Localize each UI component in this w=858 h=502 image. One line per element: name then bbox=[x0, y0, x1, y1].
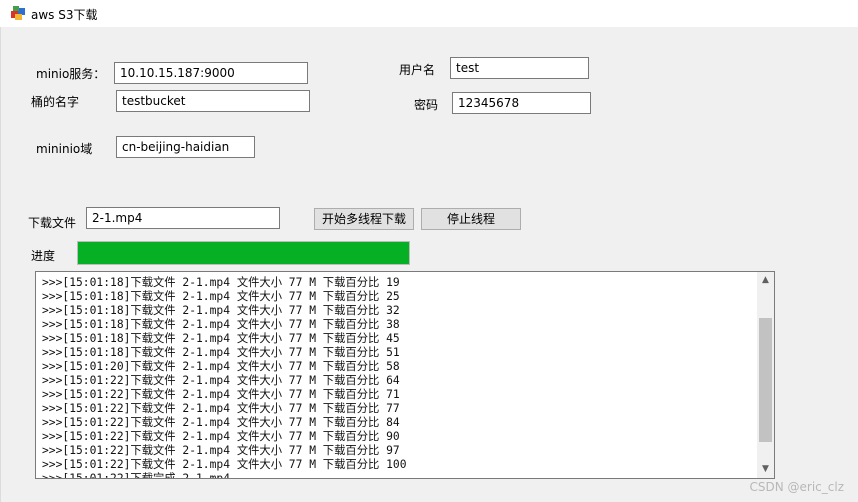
bucket-input[interactable]: testbucket bbox=[116, 90, 310, 112]
username-input[interactable]: test bbox=[450, 57, 589, 79]
username-label: 用户名 bbox=[399, 63, 436, 77]
minio-server-input[interactable]: 10.10.15.187:9000 bbox=[114, 62, 308, 84]
file-input[interactable]: 2-1.mp4 bbox=[86, 207, 280, 229]
bucket-label: 桶的名字 bbox=[31, 95, 80, 109]
log-line: >>>[15:01:22]下载文件 2-1.mp4 文件大小 77 M 下载百分… bbox=[42, 416, 400, 429]
window-title: aws S3下载 bbox=[31, 8, 98, 22]
log-line: >>>[15:01:22]下载文件 2-1.mp4 文件大小 77 M 下载百分… bbox=[42, 444, 400, 457]
region-input[interactable]: cn-beijing-haidian bbox=[116, 136, 255, 158]
log-line: >>>[15:01:22]下载文件 2-1.mp4 文件大小 77 M 下载百分… bbox=[42, 458, 407, 471]
main-form: minio服务： 10.10.15.187:9000 桶的名字 testbuck… bbox=[0, 27, 858, 502]
log-line: >>>[15:01:18]下载文件 2-1.mp4 文件大小 77 M 下载百分… bbox=[42, 290, 400, 303]
start-download-button[interactable]: 开始多线程下载 bbox=[314, 208, 414, 230]
log-lines: >>>[15:01:18]下载文件 2-1.mp4 文件大小 77 M 下载百分… bbox=[42, 276, 754, 478]
chevron-up-icon[interactable]: ▲ bbox=[757, 272, 774, 289]
file-label: 下载文件 bbox=[28, 216, 77, 230]
log-line: >>>[15:01:18]下载文件 2-1.mp4 文件大小 77 M 下载百分… bbox=[42, 346, 400, 359]
log-scrollbar[interactable]: ▲ ▼ bbox=[757, 272, 774, 478]
password-label: 密码 bbox=[414, 98, 439, 112]
log-line: >>>[15:01:22]下载文件 2-1.mp4 文件大小 77 M 下载百分… bbox=[42, 388, 400, 401]
title-bar: aws S3下载 bbox=[0, 0, 858, 27]
region-label: mininio域 bbox=[36, 142, 93, 156]
log-line: >>>[15:01:18]下载文件 2-1.mp4 文件大小 77 M 下载百分… bbox=[42, 332, 400, 345]
log-line: >>>[15:01:18]下载文件 2-1.mp4 文件大小 77 M 下载百分… bbox=[42, 276, 400, 289]
app-icon bbox=[11, 6, 25, 20]
password-input[interactable]: 12345678 bbox=[452, 92, 591, 114]
log-line: >>>[15:01:22]下载文件 2-1.mp4 文件大小 77 M 下载百分… bbox=[42, 430, 400, 443]
log-line: >>>[15:01:18]下载文件 2-1.mp4 文件大小 77 M 下载百分… bbox=[42, 304, 400, 317]
download-progress-bar bbox=[77, 241, 410, 265]
log-textbox[interactable]: >>>[15:01:18]下载文件 2-1.mp4 文件大小 77 M 下载百分… bbox=[35, 271, 775, 479]
log-line: >>>[15:01:22]下载文件 2-1.mp4 文件大小 77 M 下载百分… bbox=[42, 374, 400, 387]
scrollbar-thumb[interactable] bbox=[759, 318, 772, 442]
stop-threads-button[interactable]: 停止线程 bbox=[421, 208, 521, 230]
watermark: CSDN @eric_clz bbox=[749, 480, 844, 494]
log-line: >>>[15:01:20]下载文件 2-1.mp4 文件大小 77 M 下载百分… bbox=[42, 360, 400, 373]
progress-fill bbox=[78, 242, 409, 264]
minio-label: minio服务： bbox=[36, 67, 106, 81]
progress-label: 进度 bbox=[31, 249, 56, 263]
log-line: >>>[15:01:22]下载文件 2-1.mp4 文件大小 77 M 下载百分… bbox=[42, 402, 400, 415]
chevron-down-icon[interactable]: ▼ bbox=[757, 461, 774, 478]
log-line: >>>[15:01:22]下载完成 2-1.mp4 bbox=[42, 472, 754, 478]
log-line: >>>[15:01:18]下载文件 2-1.mp4 文件大小 77 M 下载百分… bbox=[42, 318, 400, 331]
